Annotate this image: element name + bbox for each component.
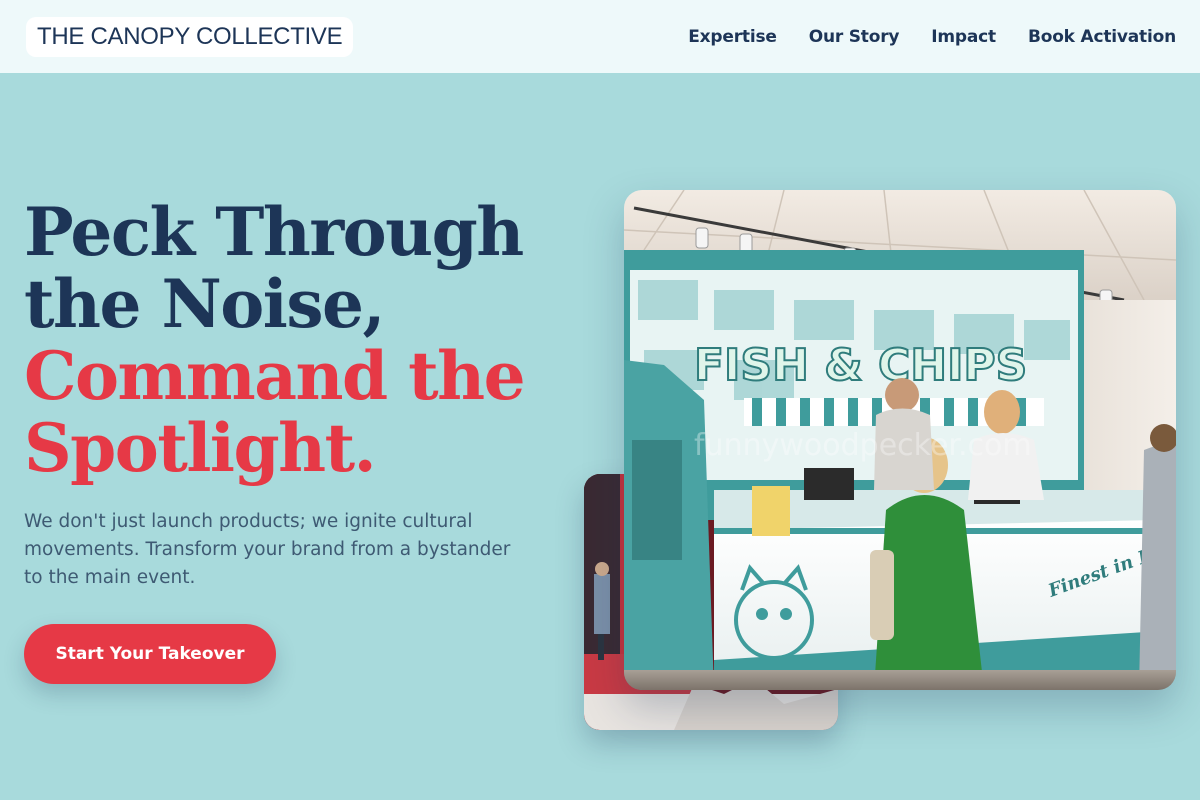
hero-subtitle: We don't just launch products; we ignite…: [24, 511, 511, 588]
headline-line-3: Command the: [24, 337, 526, 415]
hero-event-photo: FISH & CHIPS Finest in funnywoodpecker.c…: [624, 190, 1176, 690]
headline-line-2: the Noise,: [24, 265, 386, 343]
main-nav: Expertise Our Story Impact Book Activati…: [688, 27, 1176, 47]
headline-line-1: Peck Through: [24, 193, 524, 271]
start-takeover-button[interactable]: Start Your Takeover: [24, 624, 276, 684]
nav-link-our-story[interactable]: Our Story: [809, 27, 900, 47]
nav-link-book-activation[interactable]: Book Activation: [1028, 27, 1176, 47]
sign-text: FISH & CHIPS: [694, 340, 1027, 391]
nav-link-impact[interactable]: Impact: [931, 27, 996, 47]
photo-watermark: funnywoodpecker.com: [694, 428, 1032, 463]
site-header: THE CANOPY COLLECTIVE Expertise Our Stor…: [0, 0, 1200, 73]
hero-headline: Peck Through the Noise, Command the Spot…: [24, 196, 564, 484]
brand-logo[interactable]: THE CANOPY COLLECTIVE: [26, 16, 354, 57]
nav-link-expertise[interactable]: Expertise: [688, 27, 777, 47]
headline-line-4: Spotlight.: [24, 409, 377, 487]
